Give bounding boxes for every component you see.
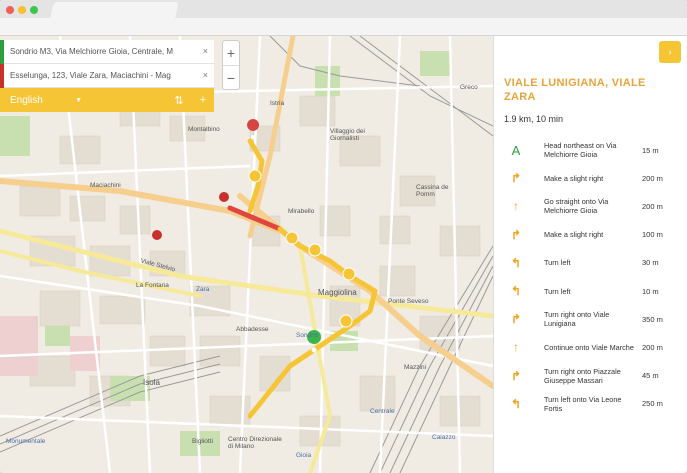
map-label-montalbino: Montalbino	[188, 126, 220, 133]
straight-icon: ↑	[513, 340, 519, 355]
direction-step[interactable]: ↱ Turn right onto Viale Lunigiana 350 m	[494, 305, 687, 333]
browser-tab[interactable]	[50, 2, 179, 18]
chevron-down-icon: ▼	[75, 96, 82, 104]
minimize-window-button[interactable]	[18, 6, 26, 14]
map-label-gioia: Gioia	[296, 452, 312, 459]
address-bar[interactable]	[0, 18, 687, 36]
language-label: English	[10, 94, 43, 106]
browser-window: Istria Montalbino Villaggio dei Giornali…	[0, 0, 687, 473]
map-label-centro-direzionale: Centro Direzionale di Milano	[228, 436, 282, 450]
direction-step[interactable]: ↰ Turn left onto Via Leone Fortis 250 m	[494, 390, 687, 418]
to-row: ×	[0, 64, 214, 88]
direction-step[interactable]: ↑ Go straight onto Via Melchiorre Gioia 20…	[494, 192, 687, 220]
map-label-caiazzo: Caiazzo	[432, 434, 456, 441]
direction-step[interactable]: A Head northeast on Via Melchiorre Gioia 1…	[494, 136, 687, 164]
direction-step[interactable]: ↰ Turn left 30 m	[494, 249, 687, 277]
step-distance: 200 m	[642, 173, 663, 183]
maximize-window-button[interactable]	[30, 6, 38, 14]
step-instruction: Turn right onto Viale Lunigiana	[544, 310, 610, 329]
map-label-maciachini: Maciachini	[90, 182, 121, 189]
zoom-control: + −	[222, 40, 240, 90]
swap-vertical-icon[interactable]: ⇅	[170, 91, 188, 109]
direction-step[interactable]: ↱ Make a slight right 100 m	[494, 221, 687, 249]
direction-steps: A Head northeast on Via Melchiorre Gioia 1…	[494, 136, 687, 418]
direction-step[interactable]: ↱ Turn right onto Piazzale Giuseppe Massa…	[494, 362, 687, 390]
step-instruction: Turn right onto Piazzale Giuseppe Massar…	[544, 366, 621, 385]
step-distance: 100 m	[642, 230, 663, 240]
turn-left-icon: ↰	[510, 284, 522, 299]
step-distance: 10 m	[642, 286, 659, 296]
route-controls: English ▼ ⇅ +	[0, 88, 214, 112]
step-instruction: Head northeast on Via Melchiorre Gioia	[544, 141, 617, 160]
map-label-ponte-seveso: Ponte Seveso	[388, 298, 429, 305]
step-distance: 250 m	[642, 399, 663, 409]
direction-step[interactable]: ↰ Turn left 10 m	[494, 277, 687, 305]
route-summary: 1.9 km, 10 min	[504, 114, 564, 124]
map-label-maggiolina: Maggiolina	[318, 288, 357, 297]
close-window-button[interactable]	[6, 6, 14, 14]
step-instruction: Go straight onto Via Melchiorre Gioia	[544, 197, 609, 216]
step-distance: 15 m	[642, 145, 659, 155]
map-label-mirabello: Mirabello	[288, 208, 315, 215]
destination-title: VIALE LUNIGIANA, VIALE ZARA	[504, 77, 646, 103]
start-color-bar	[0, 40, 4, 64]
end-color-bar	[0, 64, 4, 88]
map-label-villaggio: Villaggio dei Giornalisti	[330, 128, 365, 142]
map-label-istria: Istria	[270, 100, 285, 107]
start-A-icon: A	[511, 142, 521, 158]
map-label-monumentale: Monumentale	[6, 438, 46, 445]
slight-right-icon: ↱	[510, 227, 522, 242]
step-distance: 45 m	[642, 371, 659, 381]
route-search-panel: × × English ▼ ⇅ +	[0, 40, 214, 112]
direction-step[interactable]: ↑ Continue onto Viale Marche 200 m	[494, 333, 687, 361]
step-instruction: Continue onto Viale Marche	[544, 342, 634, 352]
language-select[interactable]: English ▼	[6, 91, 86, 109]
map-label-abbadesse: Abbadesse	[236, 326, 269, 333]
clear-from-icon[interactable]: ×	[203, 46, 208, 56]
map-label-sondrio: Sondrio	[296, 332, 319, 339]
map-label-centrale: Centrale	[370, 408, 395, 415]
from-input[interactable]	[10, 47, 190, 56]
map-label-greco: Greco	[460, 84, 478, 91]
map-label-isola: Isola	[143, 378, 160, 387]
step-distance: 350 m	[642, 314, 663, 324]
directions-sidebar: › VIALE LUNIGIANA, VIALE ZARA 1.9 km, 10…	[493, 36, 687, 473]
to-input[interactable]	[10, 71, 190, 80]
turn-left-icon: ↰	[510, 255, 522, 270]
step-instruction: Make a slight right	[544, 173, 604, 183]
plus-icon[interactable]: +	[194, 91, 212, 109]
step-instruction: Turn left onto Via Leone Fortis	[544, 394, 622, 413]
map-label-mazzini: Mazzini	[404, 364, 427, 371]
turn-right-icon: ↱	[510, 368, 522, 383]
zoom-in-button[interactable]: +	[223, 41, 239, 65]
collapse-sidebar-button[interactable]: ›	[659, 41, 681, 63]
step-distance: 200 m	[642, 201, 663, 211]
map-label-la-fontana: La Fontana	[136, 282, 169, 289]
turn-right-icon: ↱	[510, 312, 522, 327]
zoom-out-button[interactable]: −	[223, 65, 239, 89]
step-distance: 30 m	[642, 258, 659, 268]
map-label-zara: Zara	[196, 286, 210, 293]
clear-to-icon[interactable]: ×	[203, 70, 208, 80]
direction-step[interactable]: ↱ Make a slight right 200 m	[494, 164, 687, 192]
map-canvas[interactable]: Istria Montalbino Villaggio dei Giornali…	[0, 36, 493, 473]
step-instruction: Turn left	[544, 258, 571, 268]
map-label-bigliotti: Bigliotti	[192, 438, 213, 445]
turn-left-icon: ↰	[510, 396, 522, 411]
step-instruction: Turn left	[544, 286, 571, 296]
map-label-cassina: Cassina de Pomm	[416, 184, 449, 198]
slight-right-icon: ↱	[510, 171, 522, 186]
step-distance: 200 m	[642, 342, 663, 352]
straight-icon: ↑	[513, 199, 519, 214]
from-row: ×	[0, 40, 214, 64]
title-bar	[0, 0, 687, 36]
step-instruction: Make a slight right	[544, 230, 604, 240]
